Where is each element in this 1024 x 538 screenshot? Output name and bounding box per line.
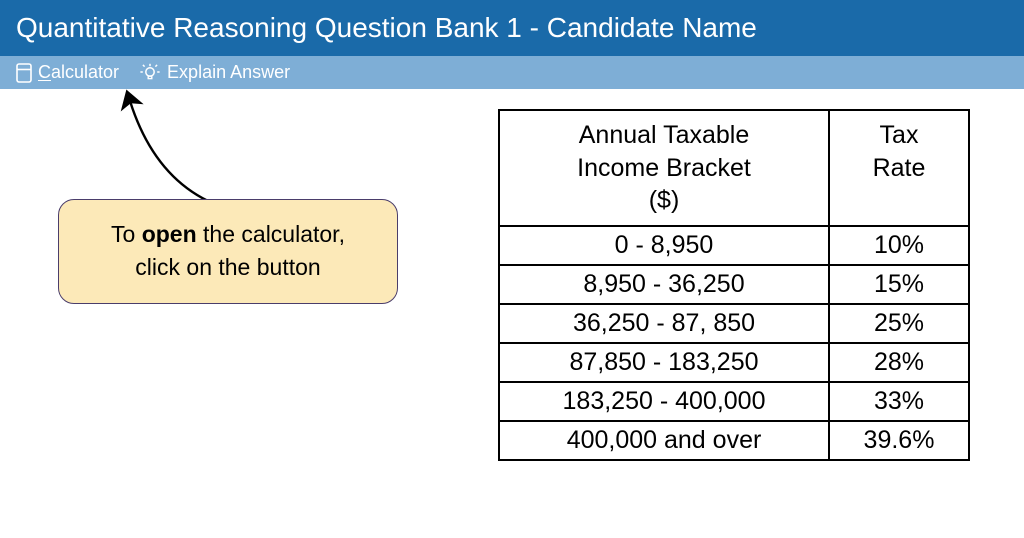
rate-cell: 15% bbox=[829, 265, 969, 304]
bracket-cell: 400,000 and over bbox=[499, 421, 829, 460]
lightbulb-icon bbox=[139, 63, 161, 83]
table-row: 183,250 - 400,000 33% bbox=[499, 382, 969, 421]
rate-cell: 28% bbox=[829, 343, 969, 382]
content-area: To open the calculator, click on the but… bbox=[0, 89, 1024, 529]
toolbar: Calculator Explain Answer bbox=[0, 56, 1024, 89]
calculator-label: Calculator bbox=[38, 62, 119, 83]
table-header-rate: Tax Rate bbox=[829, 110, 969, 226]
table-header-bracket: Annual Taxable Income Bracket ($) bbox=[499, 110, 829, 226]
table-body: 0 - 8,950 10% 8,950 - 36,250 15% 36,250 … bbox=[499, 226, 969, 460]
page-header: Quantitative Reasoning Question Bank 1 -… bbox=[0, 0, 1024, 56]
table-row: 36,250 - 87, 850 25% bbox=[499, 304, 969, 343]
callout-line-2: click on the button bbox=[85, 251, 371, 284]
bracket-cell: 36,250 - 87, 850 bbox=[499, 304, 829, 343]
tax-bracket-table: Annual Taxable Income Bracket ($) Tax Ra… bbox=[498, 109, 970, 461]
rate-cell: 25% bbox=[829, 304, 969, 343]
calculator-icon bbox=[16, 63, 32, 83]
page-title: Quantitative Reasoning Question Bank 1 -… bbox=[16, 12, 757, 43]
calculator-button[interactable]: Calculator bbox=[16, 62, 119, 83]
instruction-callout: To open the calculator, click on the but… bbox=[58, 199, 398, 304]
callout-line-1: To open the calculator, bbox=[85, 218, 371, 251]
table-row: 400,000 and over 39.6% bbox=[499, 421, 969, 460]
table-row: 8,950 - 36,250 15% bbox=[499, 265, 969, 304]
bracket-cell: 8,950 - 36,250 bbox=[499, 265, 829, 304]
explain-answer-label: Explain Answer bbox=[167, 62, 290, 83]
table-row: 0 - 8,950 10% bbox=[499, 226, 969, 265]
bracket-cell: 87,850 - 183,250 bbox=[499, 343, 829, 382]
rate-cell: 33% bbox=[829, 382, 969, 421]
explain-answer-button[interactable]: Explain Answer bbox=[139, 62, 290, 83]
rate-cell: 10% bbox=[829, 226, 969, 265]
bracket-cell: 183,250 - 400,000 bbox=[499, 382, 829, 421]
rate-cell: 39.6% bbox=[829, 421, 969, 460]
bracket-cell: 0 - 8,950 bbox=[499, 226, 829, 265]
callout-arrow-icon bbox=[98, 89, 228, 209]
table-row: 87,850 - 183,250 28% bbox=[499, 343, 969, 382]
